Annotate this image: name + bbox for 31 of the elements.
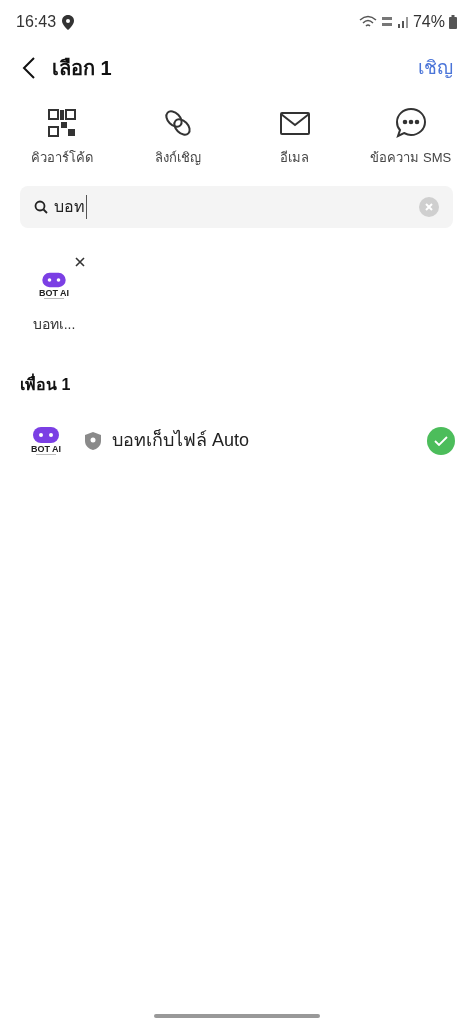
robot-icon: [40, 271, 68, 289]
robot-icon: [31, 425, 61, 445]
section-heading: เพื่อน 1: [19, 372, 72, 395]
battery-icon: [449, 15, 457, 29]
search-field[interactable]: บอท: [20, 185, 453, 228]
share-option[interactable]: คิวอาร์โค้ด: [4, 106, 121, 168]
chat-bubble-icon: [393, 106, 428, 140]
page-title: เลือก 1: [52, 56, 112, 81]
tagline-line-icon: [36, 454, 56, 456]
battery-percent: 74%: [412, 12, 445, 32]
location-pin-icon: [62, 14, 75, 30]
selected-name: บอทเ...: [32, 314, 76, 334]
remove-icon[interactable]: [74, 255, 86, 268]
selection-check[interactable]: [427, 426, 455, 455]
share-option[interactable]: ข้อความ SMS: [352, 106, 469, 168]
logo-text: BOT AI: [30, 445, 62, 454]
search-text: บอท: [54, 194, 87, 219]
friend-name: บอทเก็บไฟล์ Auto: [112, 428, 251, 452]
tagline-line-icon: [44, 298, 64, 300]
signal-icon: [396, 16, 409, 28]
invite-button[interactable]: เชิญ: [418, 53, 453, 83]
share-option[interactable]: ลิงก์เชิญ: [120, 106, 237, 168]
back-icon: [22, 56, 36, 80]
check-icon: [434, 435, 448, 446]
volte-icon: [380, 16, 393, 28]
status-time: 16:43: [16, 12, 57, 32]
friend-row[interactable]: BOT AI บอทเก็บไฟล์ Auto: [0, 410, 473, 471]
wifi-icon: [358, 15, 377, 29]
share-option[interactable]: อีเมล: [236, 106, 353, 168]
search-icon: [34, 199, 48, 214]
logo-text: BOT AI: [38, 289, 70, 298]
